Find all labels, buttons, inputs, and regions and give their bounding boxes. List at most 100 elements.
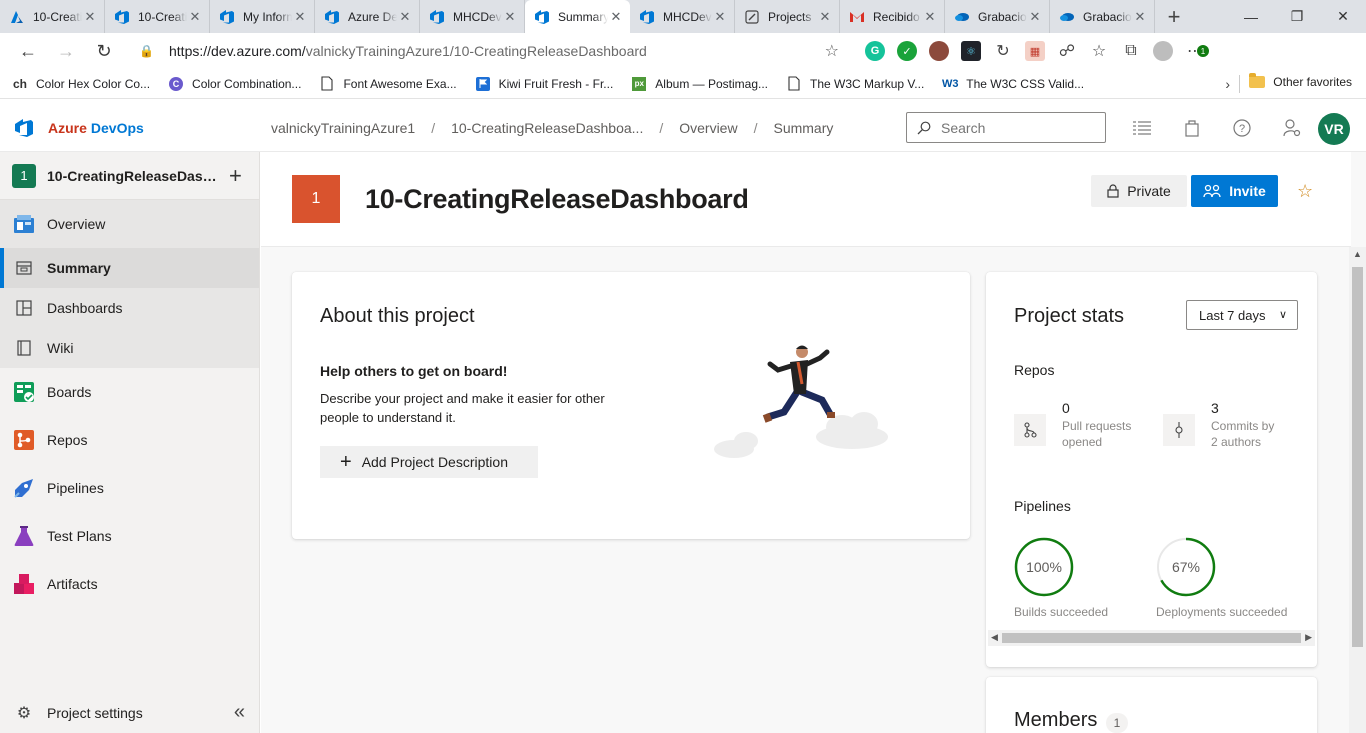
sidebar-item-overview[interactable]: Overview xyxy=(0,200,259,248)
close-window-icon[interactable]: ✕ xyxy=(1320,0,1366,33)
sidebar-item-label: Pipelines xyxy=(47,480,104,496)
scroll-up-icon[interactable]: ▲ xyxy=(1353,249,1362,259)
extensions-puzzle-icon[interactable]: ☍ xyxy=(1057,41,1077,61)
period-dropdown[interactable]: Last 7 days ∨ xyxy=(1186,300,1298,330)
address-bar[interactable]: 🔒 https://dev.azure.com/valnickyTraining… xyxy=(129,37,849,65)
private-button[interactable]: Private xyxy=(1091,175,1187,207)
browser-tab[interactable]: Recibido ✕ xyxy=(840,0,945,33)
other-favorites[interactable]: Other favorites xyxy=(1249,73,1352,89)
forward-button[interactable]: → xyxy=(47,33,85,69)
close-tab-icon[interactable]: ✕ xyxy=(608,9,624,25)
new-tab-button[interactable]: + xyxy=(1155,0,1193,33)
browser-tab[interactable]: Grabaciones✕ xyxy=(945,0,1050,33)
coconut-extension-icon[interactable] xyxy=(929,41,949,61)
new-project-icon[interactable]: + xyxy=(229,163,242,189)
profile-icon[interactable] xyxy=(1153,41,1173,61)
project-name[interactable]: 10-CreatingReleaseDashboard xyxy=(47,168,217,184)
deployments-label: Deployments succeeded xyxy=(1156,605,1288,619)
breadcrumb-overview[interactable]: Overview xyxy=(679,120,737,136)
grid-extension-icon[interactable]: ▦ xyxy=(1025,41,1045,61)
close-tab-icon[interactable]: ✕ xyxy=(1027,9,1043,25)
close-tab-icon[interactable]: ✕ xyxy=(187,9,203,25)
about-project-card: About this project Help others to get on… xyxy=(292,272,970,539)
tab-title: Projects xyxy=(768,9,812,24)
browser-tab[interactable]: 10-CreatingReleaseDashboard✕ xyxy=(0,0,105,33)
builds-progress-ring[interactable]: 100% xyxy=(1014,537,1074,597)
page-vertical-scrollbar[interactable]: ▲ xyxy=(1349,247,1366,733)
avatar[interactable]: VR xyxy=(1318,113,1350,145)
marketplace-bag-icon[interactable] xyxy=(1182,118,1202,138)
devops-brand[interactable]: Azure DevOps xyxy=(0,117,271,139)
settings-more-icon[interactable]: ⋯ 1 xyxy=(1185,41,1209,61)
close-tab-icon[interactable]: ✕ xyxy=(712,9,728,25)
help-icon[interactable]: ? xyxy=(1232,118,1252,138)
bookmark-item[interactable]: Kiwi Fruit Fresh - Fr... xyxy=(475,76,613,92)
add-project-description-button[interactable]: + Add Project Description xyxy=(320,446,538,478)
browser-tab[interactable]: My Information✕ xyxy=(210,0,315,33)
scroll-left-icon[interactable]: ◀ xyxy=(991,632,998,643)
browser-tab[interactable]: 10-CreatingReleaseDashboard✕ xyxy=(105,0,210,33)
flag-icon xyxy=(475,76,491,92)
collections-icon[interactable]: ⧉ xyxy=(1121,41,1141,61)
sidebar-item-summary[interactable]: Summary xyxy=(0,248,259,288)
project-selector[interactable]: 1 10-CreatingReleaseDashboard + xyxy=(0,152,259,200)
close-tab-icon[interactable]: ✕ xyxy=(1132,9,1148,25)
breadcrumb-summary[interactable]: Summary xyxy=(773,120,833,136)
close-tab-icon[interactable]: ✕ xyxy=(922,9,938,25)
bookmark-item[interactable]: C Color Combination... xyxy=(168,76,301,92)
refresh-button[interactable]: ↻ xyxy=(85,33,123,69)
bookmark-item[interactable]: Font Awesome Exa... xyxy=(319,76,457,92)
favorites-icon[interactable]: ☆ xyxy=(1089,41,1109,61)
close-tab-icon[interactable]: ✕ xyxy=(502,9,518,25)
close-tab-icon[interactable]: ✕ xyxy=(817,9,833,25)
back-button[interactable]: ← xyxy=(9,33,47,69)
collapse-nav-icon[interactable]: « xyxy=(234,701,245,724)
lock-icon[interactable]: 🔒 xyxy=(139,44,155,58)
sync-extension-icon[interactable]: ↻ xyxy=(993,41,1013,61)
sidebar-item-test-plans[interactable]: Test Plans xyxy=(0,512,259,560)
stats-horizontal-scrollbar[interactable]: ◀ ▶ xyxy=(988,630,1315,646)
browser-tab[interactable]: MHCDevOps✕ xyxy=(630,0,735,33)
sidebar-item-wiki[interactable]: Wiki xyxy=(0,328,259,368)
bookmark-item[interactable]: px Album — Postimag... xyxy=(631,76,768,92)
browser-tab[interactable]: Grabaciones✕ xyxy=(1050,0,1155,33)
browser-tab[interactable]: Projects ✕ xyxy=(735,0,840,33)
search-input[interactable] xyxy=(941,119,1091,136)
close-tab-icon[interactable]: ✕ xyxy=(292,9,308,25)
browser-tab[interactable]: Summary ✕ xyxy=(525,0,630,33)
scrollbar-thumb[interactable] xyxy=(1352,267,1363,647)
sidebar-item-project-settings[interactable]: ⚙ Project settings « xyxy=(0,693,259,733)
invite-button[interactable]: Invite xyxy=(1191,175,1278,207)
close-tab-icon[interactable]: ✕ xyxy=(397,9,413,25)
favorite-star-icon[interactable]: ☆ xyxy=(1297,181,1313,202)
check-extension-icon[interactable]: ✓ xyxy=(897,41,917,61)
plus-icon: + xyxy=(340,450,352,473)
breadcrumb-project[interactable]: 10-CreatingReleaseDashboa... xyxy=(451,120,643,136)
breadcrumb-org[interactable]: valnickyTrainingAzure1 xyxy=(271,120,415,136)
bookmark-item[interactable]: ch Color Hex Color Co... xyxy=(12,76,150,92)
user-settings-icon[interactable] xyxy=(1282,118,1302,138)
react-devtools-icon[interactable]: ⚛ xyxy=(961,41,981,61)
minimize-icon[interactable]: — xyxy=(1228,0,1274,33)
sidebar-item-pipelines[interactable]: Pipelines xyxy=(0,464,259,512)
add-favorite-icon[interactable]: ☆ xyxy=(825,41,839,61)
scroll-right-icon[interactable]: ▶ xyxy=(1305,632,1312,643)
search-box[interactable] xyxy=(906,112,1106,143)
bookmark-item[interactable]: W3 The W3C CSS Valid... xyxy=(942,76,1084,92)
more-bookmarks-icon[interactable]: › xyxy=(1225,76,1230,92)
work-items-list-icon[interactable] xyxy=(1132,118,1152,138)
sidebar-item-artifacts[interactable]: Artifacts xyxy=(0,560,259,608)
devops-icon xyxy=(114,9,130,25)
browser-tab[interactable]: MHCDevOps✕ xyxy=(420,0,525,33)
sidebar-item-boards[interactable]: Boards xyxy=(0,368,259,416)
sidebar-item-dashboards[interactable]: Dashboards xyxy=(0,288,259,328)
browser-tab[interactable]: Azure DevOps✕ xyxy=(315,0,420,33)
deployments-progress-ring[interactable]: 67% xyxy=(1156,537,1216,597)
members-card: Members 1 xyxy=(986,677,1317,733)
grammarly-icon[interactable]: G xyxy=(865,41,885,61)
sidebar-item-repos[interactable]: Repos xyxy=(0,416,259,464)
scrollbar-thumb[interactable] xyxy=(1002,633,1301,643)
bookmark-item[interactable]: The W3C Markup V... xyxy=(786,76,924,92)
restore-icon[interactable]: ❐ xyxy=(1274,0,1320,33)
close-tab-icon[interactable]: ✕ xyxy=(82,9,98,25)
